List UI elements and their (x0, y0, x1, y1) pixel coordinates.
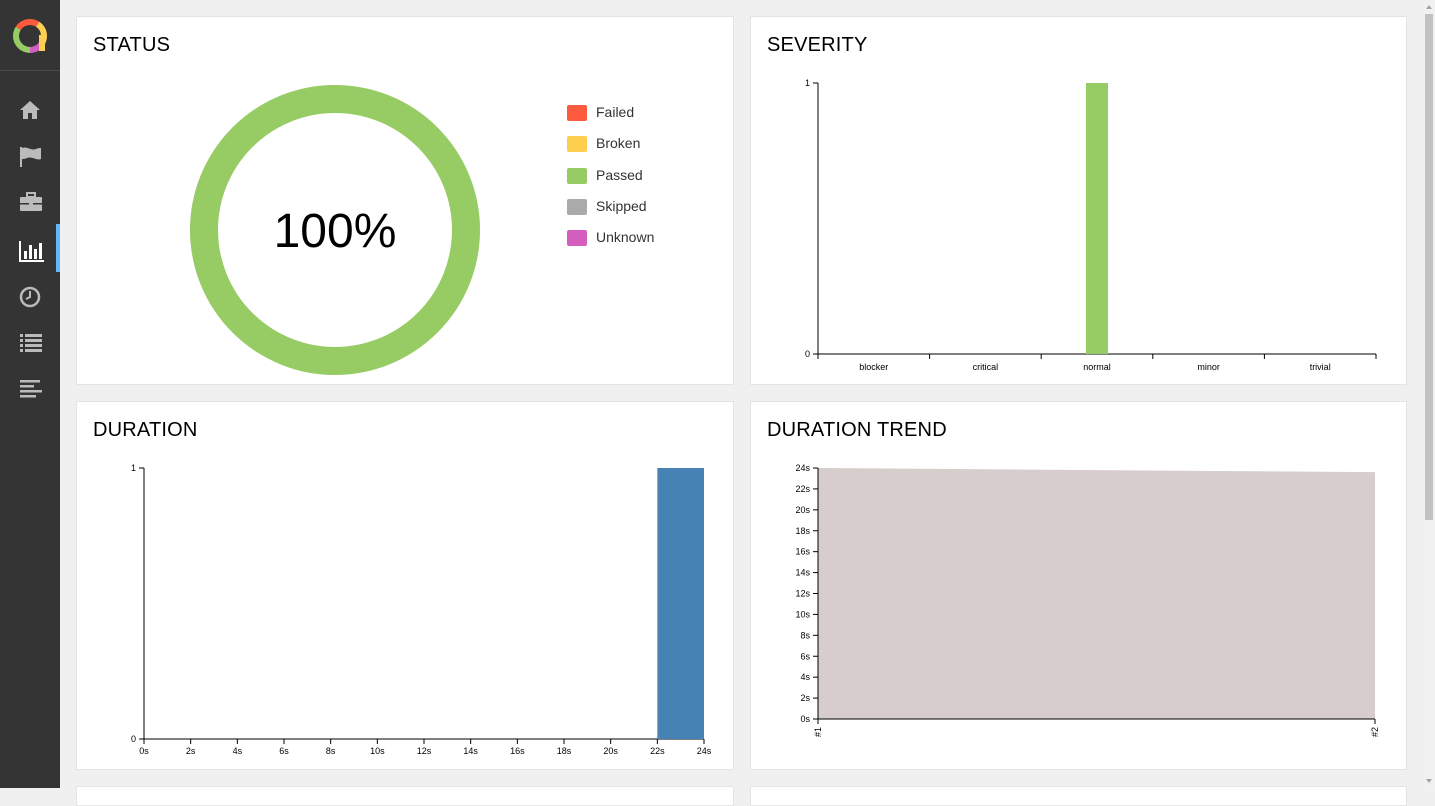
x-tick-label: trivial (1310, 362, 1331, 372)
sidebar-item-suites[interactable] (0, 180, 60, 224)
x-tick-label: 18s (557, 746, 572, 756)
next-widget-right (750, 786, 1407, 806)
legend-swatch (567, 198, 587, 215)
y-tick-label: 1 (805, 78, 810, 88)
y-tick-label: 10s (795, 609, 810, 619)
sidebar-item-timeline[interactable] (0, 274, 60, 318)
clock-icon (19, 286, 41, 308)
y-tick-label: 18s (795, 526, 810, 536)
severity-widget: SEVERITY 0 1 blocker critical normal minor tri… (750, 16, 1407, 385)
flag-icon (20, 147, 41, 167)
sidebar-item-behaviors[interactable] (0, 320, 60, 364)
x-tick-label: blocker (859, 362, 888, 372)
duration-trend-chart: 0s 2s 4s 6s 8s 10s 12s 14s 16s 18s 20s 22s 24s #1 #2 (795, 463, 1380, 737)
scroll-up-icon[interactable] (1425, 2, 1433, 12)
page-scrollbar[interactable] (1423, 0, 1435, 788)
y-tick-label: 24s (795, 463, 810, 473)
sidebar-item-packages[interactable] (0, 366, 60, 410)
y-tick-label: 4s (800, 672, 810, 682)
y-tick-label: 12s (795, 589, 810, 599)
y-tick-label: 0 (805, 349, 810, 359)
legend-swatch (567, 105, 587, 121)
y-tick-label: 8s (800, 630, 810, 640)
x-tick-label: critical (973, 362, 999, 372)
x-tick-label: 16s (510, 746, 525, 756)
x-tick-label: 14s (463, 746, 478, 756)
legend-label: Passed (596, 166, 643, 183)
y-tick-label: 16s (795, 547, 810, 557)
legend-label: Skipped (596, 197, 647, 214)
main-content: STATUS 100% Failed Broken Passed Skipped Unk… (60, 0, 1423, 806)
duration-bar-0[interactable] (657, 468, 704, 739)
x-tick-label: 6s (279, 746, 289, 756)
y-tick-label: 1 (131, 463, 136, 473)
sidebar-item-overview[interactable] (0, 88, 60, 132)
x-tick-label: 0s (139, 746, 149, 756)
legend-label: Unknown (596, 229, 655, 246)
status-donut-chart: 100% (190, 85, 480, 375)
x-tick-label: 10s (370, 746, 385, 756)
home-icon (20, 101, 40, 119)
x-tick-label: normal (1083, 362, 1111, 372)
y-tick-label: 0s (800, 714, 810, 724)
x-tick-label: 4s (233, 746, 243, 756)
next-widget-left (76, 786, 734, 806)
legend-swatch (567, 167, 587, 184)
x-tick-label: 20s (603, 746, 618, 756)
sidebar-item-graphs[interactable] (0, 224, 60, 272)
y-tick-label: 14s (795, 568, 810, 578)
x-tick-label: 22s (650, 746, 665, 756)
x-tick-label: 8s (326, 746, 336, 756)
severity-bar-chart: 0 1 blocker critical normal minor trivial (805, 78, 1377, 372)
list-icon (20, 334, 42, 352)
sidebar-item-categories[interactable] (0, 134, 60, 178)
status-percent: 100% (274, 205, 397, 258)
x-tick-label: 24s (697, 746, 712, 756)
legend-swatch (567, 230, 587, 247)
duration-widget: DURATION 0 1 0s 2s 4s 6s 8s 10s 12s 14s 16s 18s 20s 2… (76, 401, 734, 770)
status-widget: STATUS 100% Failed Broken Passed Skipped Unk… (76, 16, 734, 385)
scroll-down-icon[interactable] (1425, 776, 1433, 786)
y-tick-label: 0 (131, 734, 136, 744)
severity-bar-normal[interactable] (1086, 83, 1108, 354)
x-tick-label: minor (1197, 362, 1220, 372)
sidebar (0, 0, 60, 788)
logo-icon (13, 19, 47, 53)
duration-trend-widget: DURATION TREND 0s 2s 4s 6s 8s 10s 12s 14s 16s 18s… (750, 401, 1407, 770)
legend-swatch (567, 136, 587, 153)
x-tick-label: 2s (186, 746, 196, 756)
y-tick-label: 22s (795, 484, 810, 494)
legend-label: Failed (596, 104, 635, 120)
y-tick-label: 2s (800, 693, 810, 703)
scrollbar-thumb[interactable] (1425, 14, 1433, 520)
x-tick-label: 12s (417, 746, 432, 756)
legend-label: Broken (596, 135, 641, 152)
duration-histogram: 010s 2s 4s 6s 8s 10s 12s 14s 16s 18s 20s 22s 24s (131, 463, 712, 756)
x-tick-label: #2 (1370, 727, 1380, 737)
align-left-icon (20, 380, 42, 398)
briefcase-icon (20, 192, 42, 211)
x-tick-label: #1 (813, 727, 823, 737)
y-tick-label: 20s (795, 505, 810, 515)
y-tick-label: 6s (800, 651, 810, 661)
bar-chart-icon (19, 241, 44, 262)
status-title: STATUS (93, 34, 171, 56)
duration-trend-area[interactable] (818, 468, 1375, 719)
allure-logo[interactable] (0, 0, 60, 71)
